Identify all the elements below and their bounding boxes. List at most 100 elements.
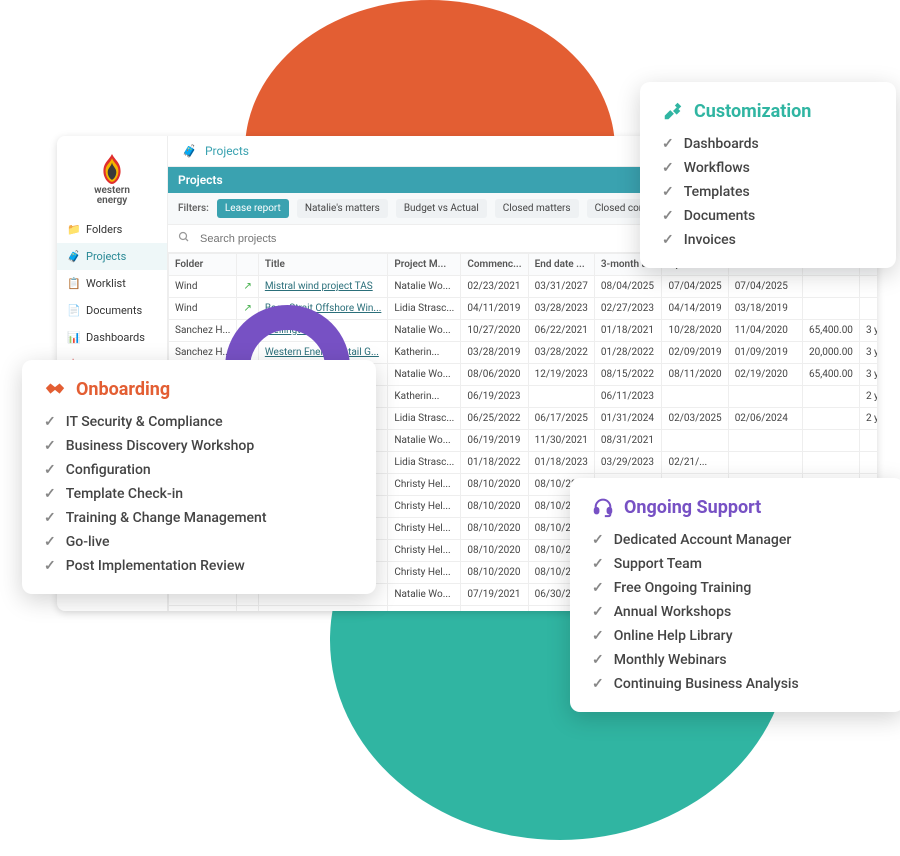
list-label: Go-live: [66, 534, 110, 550]
cell: [662, 386, 728, 408]
cell: [728, 452, 802, 474]
list-label: Monthly Webinars: [614, 652, 727, 668]
tools-icon: [662, 100, 684, 122]
list-item: ✓Workflows: [662, 156, 874, 180]
cell: 03/28/2022: [528, 342, 594, 364]
cell: 03/18/2019: [728, 298, 802, 320]
list-label: Online Help Library: [614, 628, 733, 644]
list-label: Configuration: [66, 462, 151, 478]
cell: 11/04/2020: [728, 320, 802, 342]
cell: 01/18/2023: [528, 452, 594, 474]
cell: 07/19/2021: [461, 584, 528, 606]
cell: 2 years: [859, 408, 877, 430]
cell: Mistral wind project TAS: [258, 276, 388, 298]
side-nav: 📁Folders🧳Projects📋Worklist📄Documents📊Das…: [57, 216, 167, 378]
cell: 3 years: [859, 342, 877, 364]
card-support: Ongoing Support ✓Dedicated Account Manag…: [570, 478, 900, 712]
cell: 20,000.00: [802, 342, 859, 364]
card-list: ✓Dashboards✓Workflows✓Templates✓Document…: [662, 132, 874, 252]
cell: [169, 606, 237, 612]
cell: [802, 430, 859, 452]
check-icon: ✓: [662, 232, 674, 248]
card-customization: Customization ✓Dashboards✓Workflows✓Temp…: [640, 82, 896, 268]
cell: 08/10/2020: [461, 540, 528, 562]
sidebar-item-projects[interactable]: 🧳Projects: [57, 243, 167, 270]
nav-label: Documents: [86, 304, 142, 317]
cell: 11/30/2021: [528, 430, 594, 452]
list-item: ✓Training & Change Management: [44, 506, 354, 530]
filter-pill[interactable]: Budget vs Actual: [396, 199, 487, 218]
briefcase-icon: 🧳: [182, 144, 197, 158]
sidebar-item-folders[interactable]: 📁Folders: [57, 216, 167, 243]
cell: 2 years: [859, 386, 877, 408]
check-icon: ✓: [44, 438, 56, 454]
cell: 02/03/2025: [662, 408, 728, 430]
cell: [802, 276, 859, 298]
cell: Lidia Strasc...: [388, 408, 461, 430]
filter-pill[interactable]: Closed matters: [495, 199, 579, 218]
search-icon: [178, 231, 190, 246]
cell: 01/28/2022: [594, 342, 662, 364]
card-list: ✓IT Security & Compliance ✓ Business Disco…: [44, 410, 354, 578]
cell: Lidia Strasc...: [388, 298, 461, 320]
column-header[interactable]: Commenc...: [461, 254, 528, 276]
cell: 08/04/2025: [594, 276, 662, 298]
flame-icon: [99, 154, 125, 184]
check-icon: ✓: [592, 676, 604, 692]
sidebar-item-dashboards[interactable]: 📊Dashboards: [57, 324, 167, 351]
filter-pill[interactable]: Lease report: [217, 199, 289, 218]
filter-pill[interactable]: Natalie's matters: [297, 199, 388, 218]
nav-label: Projects: [86, 250, 126, 263]
cell: Christy Hel...: [388, 496, 461, 518]
cell: 02/06/2024: [728, 408, 802, 430]
column-header[interactable]: Project M...: [388, 254, 461, 276]
list-item: ✓Monthly Webinars: [592, 648, 882, 672]
card-title: Onboarding: [76, 379, 170, 400]
cell: 08/10/2020: [461, 496, 528, 518]
cell: [728, 386, 802, 408]
cell: [258, 606, 388, 612]
list-item: ✓Dashboards: [662, 132, 874, 156]
list-item: ✓Continuing Business Analysis: [592, 672, 882, 696]
sidebar-item-worklist[interactable]: 📋Worklist: [57, 270, 167, 297]
column-header[interactable]: End date ...: [528, 254, 594, 276]
cell: 08/10/2020: [461, 474, 528, 496]
cell: 08/15/2022: [594, 364, 662, 386]
card-onboarding: Onboarding ✓IT Security & Compliance ✓ Bus…: [22, 360, 376, 594]
cell: 04/14/2019: [662, 298, 728, 320]
cell: Natalie Wo...: [388, 584, 461, 606]
column-header[interactable]: Folder: [169, 254, 237, 276]
list-item: ✓Template Check-in: [44, 482, 354, 506]
list-item: ✓IT Security & Compliance: [44, 410, 354, 434]
list-item: ✓ Business Discovery Workshop: [44, 434, 354, 458]
nav-label: Dashboards: [86, 331, 145, 344]
cell: 01/31/2024: [594, 408, 662, 430]
cell: [859, 452, 877, 474]
cell: [859, 430, 877, 452]
cell: 06/25/2022: [461, 408, 528, 430]
column-header[interactable]: [237, 254, 258, 276]
column-header[interactable]: Title: [258, 254, 388, 276]
cell: Christy Hel...: [388, 474, 461, 496]
cell: Katherin...: [388, 386, 461, 408]
cell: Sanchez H...: [169, 320, 237, 342]
list-item: ✓Online Help Library: [592, 624, 882, 648]
sidebar-item-documents[interactable]: 📄Documents: [57, 297, 167, 324]
cell: [802, 408, 859, 430]
brand-line-2: energy: [97, 195, 128, 206]
check-icon: ✓: [662, 184, 674, 200]
crumb-label: Projects: [205, 144, 249, 158]
table-row[interactable]: Wind↗Mistral wind project TASNatalie Wo.…: [169, 276, 878, 298]
check-icon: ✓: [662, 136, 674, 152]
cell: 03/28/2019: [461, 342, 528, 364]
list-label: Free Ongoing Training: [614, 580, 752, 596]
list-item: ✓Configuration: [44, 458, 354, 482]
list-label: Support Team: [614, 556, 702, 572]
cell: 02/09/2019: [662, 342, 728, 364]
check-icon: ✓: [592, 532, 604, 548]
list-label: Dedicated Account Manager: [614, 532, 792, 548]
cell: 06/11/2023: [594, 386, 662, 408]
nav-icon: 📁: [67, 223, 79, 236]
cell: 06/17/2025: [528, 408, 594, 430]
list-label: Business Discovery Workshop: [66, 438, 255, 454]
